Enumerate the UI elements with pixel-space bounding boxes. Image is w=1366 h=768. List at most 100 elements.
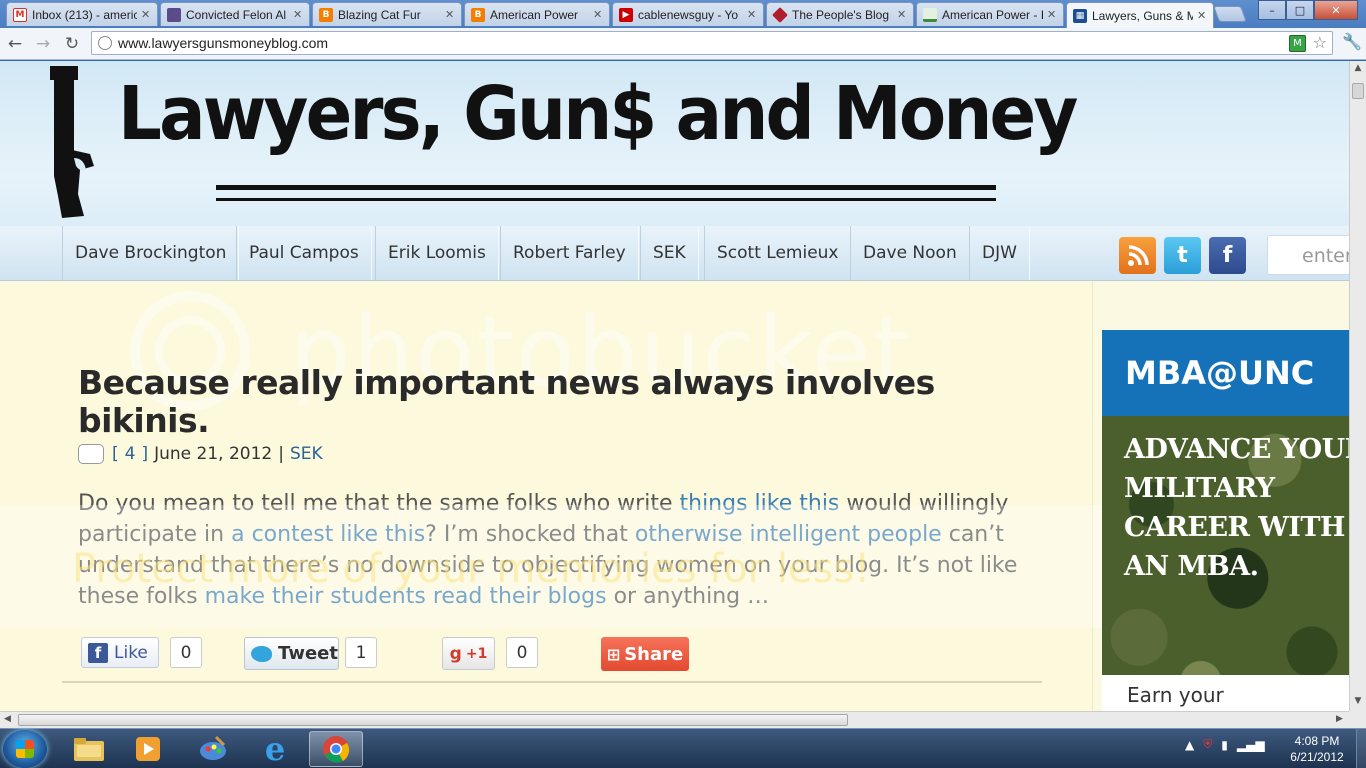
post-author[interactable]: SEK: [290, 444, 323, 464]
nav-dave-noon[interactable]: Dave Noon: [850, 226, 970, 280]
post-title[interactable]: Because really important news always inv…: [78, 364, 978, 440]
ad-headline-line: CAREER WITH: [1124, 512, 1345, 543]
nav-robert-farley[interactable]: Robert Farley: [500, 226, 639, 280]
tab-blazing-cat-fur[interactable]: B Blazing Cat Fur ✕: [312, 2, 462, 26]
url-text[interactable]: www.lawyersgunsmoneyblog.com: [118, 35, 328, 51]
search-input[interactable]: enter: [1267, 235, 1349, 275]
ad-brand: MBA@UNC: [1125, 354, 1315, 392]
clock-date: 6/21/2012: [1290, 750, 1344, 764]
rss-icon[interactable]: [1119, 237, 1156, 274]
like-label: Like: [114, 642, 148, 663]
back-arrow-icon[interactable]: ←: [4, 33, 26, 55]
tab-lawyers-guns-money[interactable]: ▦ Lawyers, Guns & M ✕: [1066, 2, 1214, 28]
power-icon[interactable]: ▮: [1221, 738, 1228, 752]
gmail-icon: M: [13, 7, 27, 22]
system-clock[interactable]: 4:08 PM 6/21/2012: [1282, 733, 1352, 765]
tab-american-power-2[interactable]: American Power - I ✕: [916, 2, 1064, 26]
page-viewport: Lawyers, Gun$ and Money Dave Brockington…: [0, 61, 1349, 711]
chrome-taskbar-button[interactable]: [309, 731, 363, 767]
tab-american-power[interactable]: B American Power ✕: [464, 2, 610, 26]
scroll-right-arrow-icon[interactable]: ▶: [1336, 714, 1343, 724]
tab-youtube[interactable]: ▶ cablenewsguy - Yo ✕: [612, 2, 764, 26]
nav-scott-lemieux[interactable]: Scott Lemieux: [704, 226, 852, 280]
nav-dave-brockington[interactable]: Dave Brockington: [62, 226, 240, 280]
site-icon: [167, 7, 181, 22]
nav-sek[interactable]: SEK: [640, 226, 699, 280]
tab-title: American Power - I: [942, 7, 1043, 22]
network-signal-icon[interactable]: ▂▄▆: [1237, 738, 1265, 752]
vertical-scrollbar[interactable]: ▲ ▼: [1349, 61, 1366, 711]
close-tab-icon[interactable]: ✕: [897, 8, 907, 21]
show-desktop-button[interactable]: [1356, 729, 1366, 768]
share-label: Share: [624, 643, 684, 665]
reload-icon[interactable]: ↻: [61, 33, 83, 55]
close-tab-icon[interactable]: ✕: [1197, 9, 1207, 22]
security-shield-icon[interactable]: ⛨: [1203, 737, 1212, 752]
facebook-icon[interactable]: f: [1209, 237, 1246, 274]
tab-gmail-inbox[interactable]: M Inbox (213) - americ ✕: [6, 2, 158, 26]
scroll-thumb[interactable]: [18, 714, 848, 726]
close-window-button[interactable]: ✕: [1314, 0, 1358, 20]
scroll-down-arrow-icon[interactable]: ▼: [1352, 696, 1364, 708]
twitter-icon[interactable]: t: [1164, 237, 1201, 274]
close-tab-icon[interactable]: ✕: [293, 8, 303, 21]
excerpt-link[interactable]: make their students read their blogs: [205, 584, 607, 609]
paint-app-icon[interactable]: [186, 731, 240, 767]
facebook-like-button[interactable]: f Like: [81, 637, 159, 668]
close-tab-icon[interactable]: ✕: [1047, 8, 1057, 21]
tab-title: The People's Blog I: [792, 7, 893, 22]
pistol-logo-icon: [50, 66, 94, 218]
comment-count[interactable]: 4: [125, 444, 136, 464]
file-explorer-icon[interactable]: [62, 731, 116, 767]
internet-explorer-icon[interactable]: e: [248, 730, 302, 768]
horizontal-scrollbar[interactable]: ◀ ▶: [0, 711, 1349, 728]
start-button[interactable]: [3, 730, 47, 768]
bookmark-star-icon[interactable]: ☆: [1313, 33, 1327, 52]
ad-headline-line: AN MBA.: [1124, 551, 1259, 582]
windows-taskbar: e ▲ ⛨ ▮ ▂▄▆ 4:08 PM 6/21/2012: [0, 728, 1366, 768]
close-tab-icon[interactable]: ✕: [141, 8, 151, 21]
scroll-up-arrow-icon[interactable]: ▲: [1352, 63, 1364, 75]
extension-icon[interactable]: M: [1289, 35, 1306, 52]
mba-advertisement[interactable]: MBA@UNC ADVANCE YOUR MILITARY CAREER WIT…: [1102, 330, 1349, 711]
address-bar[interactable]: www.lawyersgunsmoneyblog.com M ☆: [91, 31, 1333, 55]
tweet-count: 1: [345, 637, 377, 668]
forward-arrow-icon[interactable]: →: [32, 33, 54, 55]
post-date: June 21, 2012: [154, 444, 273, 464]
excerpt-link[interactable]: things like this: [680, 491, 840, 516]
logo-rule: [216, 185, 996, 190]
browser-tab-strip: M Inbox (213) - americ ✕ Convicted Felon…: [0, 0, 1366, 28]
excerpt-link[interactable]: otherwise intelligent people: [635, 522, 942, 547]
ad-headline-line: MILITARY: [1124, 473, 1275, 504]
comment-bubble-icon[interactable]: [78, 444, 104, 464]
plus-icon: ⊞: [606, 644, 621, 664]
tab-peoples-blog[interactable]: The People's Blog I ✕: [766, 2, 914, 26]
nav-paul-campos[interactable]: Paul Campos: [236, 226, 372, 280]
close-tab-icon[interactable]: ✕: [445, 8, 455, 21]
excerpt-link[interactable]: a contest like this: [231, 522, 425, 547]
tweet-button[interactable]: Tweet: [244, 637, 339, 670]
twitter-bird-icon: [251, 645, 273, 662]
wrench-menu-icon[interactable]: 🔧: [1342, 32, 1362, 54]
windows-logo-icon: [16, 740, 34, 758]
excerpt-text: Do you mean to tell me that the same fol…: [78, 491, 680, 516]
tab-title: Convicted Felon Al: [186, 7, 287, 22]
tab-convicted-felon[interactable]: Convicted Felon Al ✕: [160, 2, 310, 26]
scroll-thumb[interactable]: [1352, 83, 1364, 99]
minimize-button[interactable]: –: [1258, 0, 1286, 20]
nav-djw[interactable]: DJW: [969, 226, 1030, 280]
close-tab-icon[interactable]: ✕: [593, 8, 603, 21]
browser-toolbar: ← → ↻ www.lawyersgunsmoneyblog.com M ☆ 🔧: [0, 28, 1366, 60]
show-hidden-icons-icon[interactable]: ▲: [1185, 738, 1194, 752]
site-logo[interactable]: Lawyers, Gun$ and Money: [118, 71, 1078, 157]
tab-title: Blazing Cat Fur: [338, 7, 421, 22]
close-tab-icon[interactable]: ✕: [747, 8, 757, 21]
share-button[interactable]: ⊞ Share: [601, 637, 689, 671]
new-tab-button[interactable]: [1213, 6, 1247, 22]
google-plus-button[interactable]: g +1: [442, 637, 495, 670]
media-player-icon[interactable]: [121, 731, 175, 767]
maximize-button[interactable]: □: [1286, 0, 1314, 20]
nav-erik-loomis[interactable]: Erik Loomis: [375, 226, 499, 280]
scroll-left-arrow-icon[interactable]: ◀: [4, 714, 11, 724]
youtube-icon: ▶: [619, 7, 633, 22]
